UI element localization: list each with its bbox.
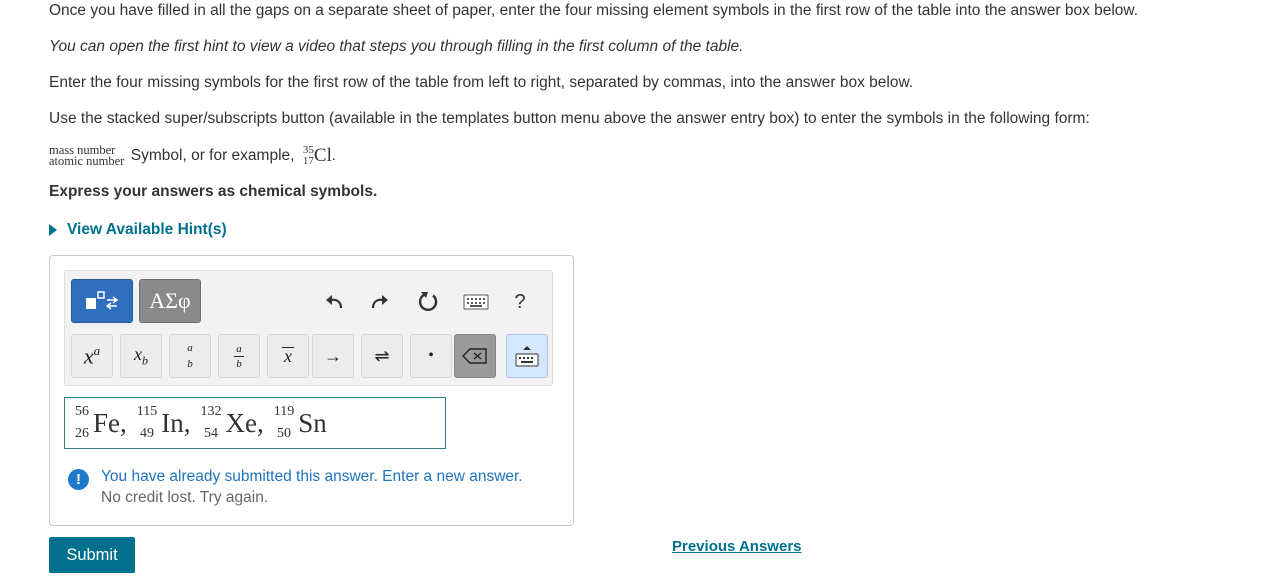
answer-value: 56 26 Fe, 115 49 In, 132 54 Xe, 119 50 Sn <box>75 401 337 445</box>
dot-key[interactable]: • <box>410 334 452 378</box>
feedback-line-1: You have already submitted this answer. … <box>101 468 523 485</box>
help-button[interactable]: ? <box>507 289 533 315</box>
isotope-atomic-number: 26 <box>75 426 89 441</box>
answer-isotope: 132 54 Xe, <box>200 401 263 445</box>
frac-top: a <box>236 342 242 355</box>
instruction-2: You can open the first hint to view a vi… <box>49 38 744 55</box>
frac-bottom: b <box>236 357 242 370</box>
answer-panel: ΑΣφ ? xa xb ab ab x → ⇌ • 56 26 Fe , 115… <box>49 255 574 526</box>
reaction-arrow-key[interactable]: → <box>312 334 354 378</box>
answer-isotope: 119 50 Sn <box>274 401 327 445</box>
isotope-atomic-number: 49 <box>139 426 154 441</box>
view-hints-label: View Available Hint(s) <box>67 221 227 238</box>
answer-isotope: 115 49 In, <box>137 401 191 445</box>
redo-icon[interactable] <box>367 289 393 315</box>
instruction-1: Once you have filled in all the gaps on … <box>49 2 1139 19</box>
symbol-form-example: mass number atomic number Symbol, or for… <box>49 144 336 171</box>
superscript-key[interactable]: xa <box>71 334 113 378</box>
example-symbol: Cl <box>313 145 332 166</box>
stack-bottom: b <box>187 358 193 370</box>
vector-x: x <box>284 345 292 366</box>
answer-input[interactable]: 56 26 Fe, 115 49 In, 132 54 Xe, 119 50 Sn <box>64 397 446 449</box>
answer-isotope: 56 26 Fe, <box>75 401 127 445</box>
show-keyboard-key[interactable] <box>506 334 548 378</box>
isotope-separator: , <box>256 407 264 438</box>
isotope-atomic-number: 50 <box>276 426 291 441</box>
feedback-message: ! You have already submitted this answer… <box>68 466 523 508</box>
backspace-icon <box>462 348 487 364</box>
sup-base: x <box>83 343 94 369</box>
fraction-key[interactable]: ab <box>218 334 260 378</box>
sup-exp: a <box>93 342 101 358</box>
example-period: . <box>331 147 336 164</box>
previous-answers-link[interactable]: Previous Answers <box>672 538 802 555</box>
keyboard-shortcuts-icon[interactable] <box>461 289 491 315</box>
backspace-key[interactable] <box>454 334 496 378</box>
isotope-symbol: Sn <box>298 407 327 438</box>
math-toolbar: ΑΣφ ? xa xb ab ab x → ⇌ • <box>64 270 553 386</box>
isotope-separator: , <box>183 407 191 438</box>
instruction-4: Use the stacked super/subscripts button … <box>49 110 1090 127</box>
templates-icon <box>86 291 119 310</box>
feedback-line-2: No credit lost. Try again. <box>101 489 269 506</box>
sub-base: x <box>134 343 142 364</box>
example-nuclide: 35 17 Cl. <box>303 145 336 167</box>
form-text: Symbol, or for example, <box>130 147 295 164</box>
isotope-symbol: Fe <box>93 407 120 438</box>
isotope-atomic-number: 54 <box>203 426 218 441</box>
templates-button[interactable] <box>71 279 133 323</box>
express-instruction: Express your answers as chemical symbols… <box>49 183 378 200</box>
equilibrium-arrow-key[interactable]: ⇌ <box>361 334 403 378</box>
isotope-separator: , <box>120 407 127 438</box>
reset-icon[interactable] <box>415 289 441 315</box>
info-icon: ! <box>68 469 89 490</box>
undo-icon[interactable] <box>321 289 347 315</box>
atomic-number-label: atomic number <box>49 154 125 168</box>
isotope-mass-number: 132 <box>200 404 222 419</box>
greek-symbols-button[interactable]: ΑΣφ <box>139 279 201 323</box>
view-hints-toggle[interactable]: View Available Hint(s) <box>49 221 227 239</box>
isotope-mass-number: 119 <box>273 404 295 419</box>
submit-button[interactable]: Submit <box>49 537 135 573</box>
keyboard-icon <box>515 346 539 367</box>
stacked-script-key[interactable]: ab <box>169 334 211 378</box>
subscript-key[interactable]: xb <box>120 334 162 378</box>
isotope-mass-number: 56 <box>75 404 89 419</box>
sub-idx: b <box>142 353 148 368</box>
vector-key[interactable]: x <box>267 334 309 378</box>
isotope-mass-number: 115 <box>136 404 158 419</box>
stack-top: a <box>187 342 193 354</box>
mass-atomic-stack: mass number atomic number <box>49 144 125 168</box>
isotope-symbol: In <box>161 407 184 438</box>
example-atomic: 17 <box>302 155 314 167</box>
instruction-3: Enter the four missing symbols for the f… <box>49 74 914 91</box>
isotope-symbol: Xe <box>225 407 257 438</box>
caret-right-icon <box>49 224 57 236</box>
